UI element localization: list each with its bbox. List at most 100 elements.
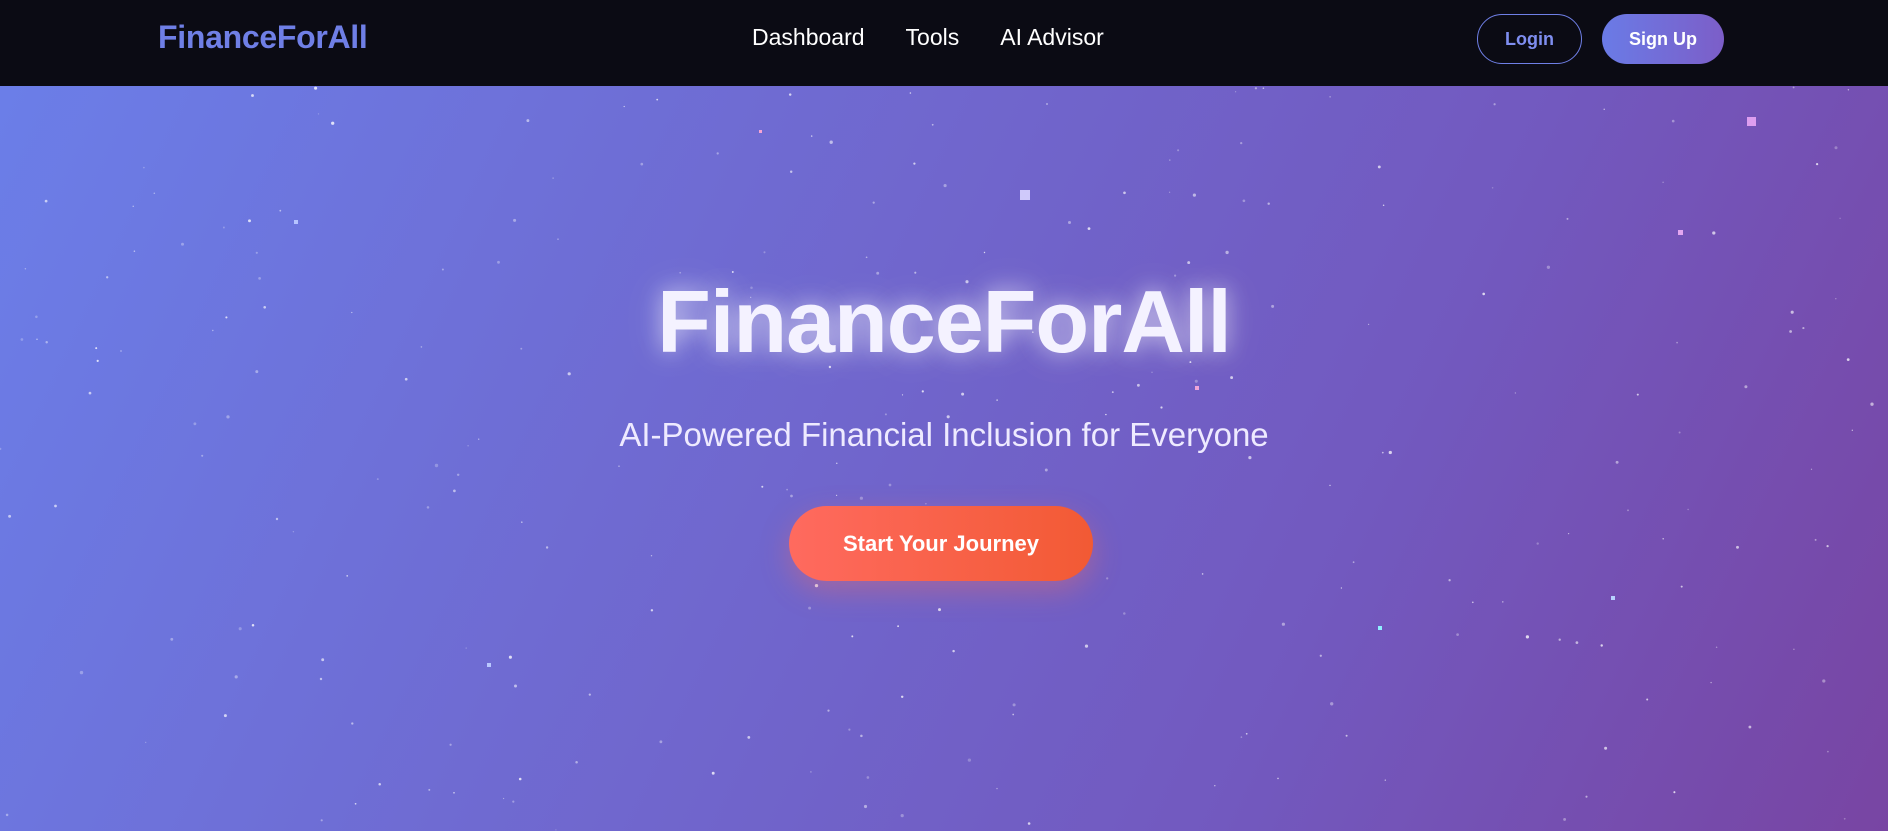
star-dot <box>872 201 875 204</box>
login-button[interactable]: Login <box>1477 14 1582 64</box>
star-dot <box>88 391 92 395</box>
star-dot <box>275 517 279 521</box>
star-dot <box>1615 460 1619 464</box>
star-dot <box>1123 191 1126 195</box>
star-dot <box>1456 633 1459 636</box>
hero-section: FinanceForAll AI-Powered Financial Inclu… <box>0 86 1888 831</box>
star-dot <box>863 804 868 809</box>
star-dot <box>983 251 986 254</box>
star-dot <box>321 658 325 662</box>
star-dot <box>1736 545 1739 549</box>
star-dot <box>1067 220 1072 225</box>
star-dot <box>859 496 863 500</box>
star-dot <box>518 777 522 781</box>
star-dot <box>814 583 819 588</box>
star-dot <box>1687 508 1689 511</box>
start-journey-button[interactable]: Start Your Journey <box>789 506 1093 581</box>
star-dot <box>1111 391 1114 394</box>
star-dot <box>1843 817 1846 820</box>
star-dot <box>1352 561 1355 564</box>
star-dot <box>1827 750 1829 753</box>
star-dot <box>866 776 870 779</box>
star-dot <box>921 390 924 393</box>
star-dot <box>1242 199 1246 203</box>
top-navbar: FinanceForAll Dashboard Tools AI Advisor… <box>0 0 1888 86</box>
star-dot <box>1225 250 1229 255</box>
star-dot <box>502 797 505 800</box>
star-dot <box>133 250 136 252</box>
star-dot <box>640 162 644 166</box>
star-dot <box>314 86 318 90</box>
star-dot <box>1382 204 1385 207</box>
star-dot <box>1084 644 1089 648</box>
star-dot <box>1627 509 1629 512</box>
star-dot <box>900 695 904 699</box>
star-square <box>294 220 298 224</box>
star-dot <box>1267 202 1270 205</box>
star-dot <box>1514 392 1517 394</box>
nav-link-ai-advisor[interactable]: AI Advisor <box>1000 24 1104 51</box>
star-dot <box>54 504 57 508</box>
star-dot <box>170 637 174 641</box>
star-dot <box>1214 785 1216 787</box>
star-dot <box>428 788 431 791</box>
star-dot <box>526 119 530 123</box>
star-dot <box>1712 231 1716 235</box>
star-dot <box>354 802 357 805</box>
star-dot <box>575 760 578 764</box>
star-dot <box>545 546 549 549</box>
star-square <box>1195 386 1199 390</box>
star-dot <box>8 514 12 518</box>
star-dot <box>1792 86 1795 89</box>
star-dot <box>1384 779 1386 781</box>
starfield-background <box>0 86 1874 831</box>
star-dot <box>1168 191 1171 193</box>
star-dot <box>1491 187 1494 189</box>
star-square <box>1747 117 1756 126</box>
star-dot <box>1340 587 1343 589</box>
star-dot <box>456 473 460 477</box>
star-dot <box>961 392 965 396</box>
star-dot <box>1834 146 1838 150</box>
star-dot <box>1329 96 1331 98</box>
star-dot <box>1245 732 1248 735</box>
star-dot <box>248 219 251 223</box>
star-dot <box>44 199 48 203</box>
star-dot <box>453 489 456 493</box>
star-dot <box>1680 585 1683 588</box>
star-dot <box>788 93 792 96</box>
star-dot <box>952 649 955 653</box>
star-dot <box>860 734 863 738</box>
star-dot <box>865 256 868 259</box>
star-dot <box>376 478 379 481</box>
star-dot <box>835 494 838 497</box>
star-square <box>487 663 491 667</box>
signup-button[interactable]: Sign Up <box>1602 14 1724 64</box>
star-dot <box>763 251 766 254</box>
star-dot <box>143 166 145 169</box>
star-dot <box>650 609 654 612</box>
brand-logo[interactable]: FinanceForAll <box>158 19 368 56</box>
star-dot <box>836 462 838 464</box>
star-dot <box>1087 227 1091 230</box>
star-dot <box>5 813 9 817</box>
star-dot <box>1012 703 1016 707</box>
nav-link-dashboard[interactable]: Dashboard <box>752 24 865 51</box>
star-dot <box>1177 149 1180 152</box>
star-dot <box>1671 119 1675 123</box>
star-dot <box>1525 635 1530 639</box>
star-dot <box>1281 622 1286 626</box>
star-dot <box>618 465 620 467</box>
star-dot <box>404 377 408 381</box>
star-dot <box>931 123 934 126</box>
star-dot <box>1187 261 1191 265</box>
star-dot <box>1230 376 1234 380</box>
star-dot <box>181 242 184 246</box>
star-dot <box>378 782 381 786</box>
nav-link-tools[interactable]: Tools <box>906 24 960 51</box>
star-dot <box>1822 679 1826 683</box>
star-dot <box>1748 725 1752 729</box>
star-square <box>759 130 762 133</box>
star-dot <box>555 829 557 831</box>
star-dot <box>449 743 452 746</box>
